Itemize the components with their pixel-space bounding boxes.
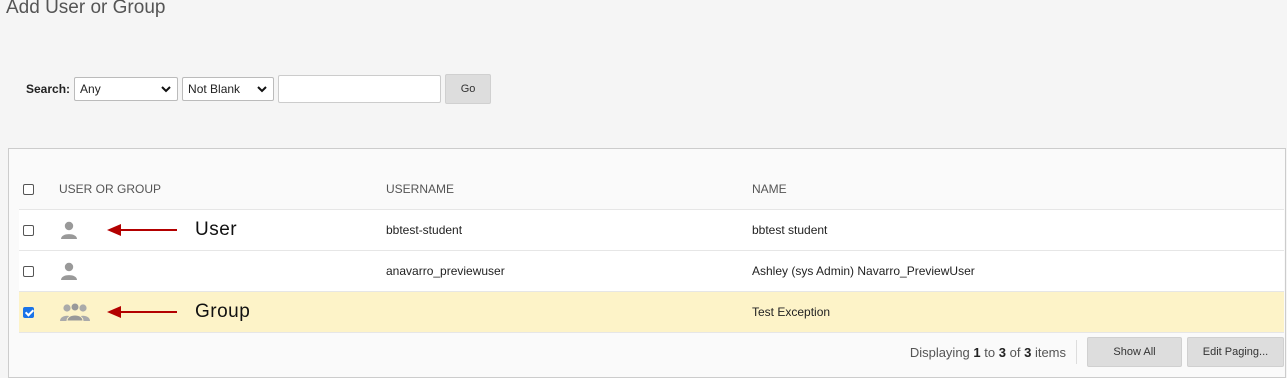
row-checkbox[interactable] bbox=[23, 224, 34, 236]
user-annotation: User bbox=[107, 210, 237, 250]
column-header-name[interactable]: NAME bbox=[752, 169, 1272, 209]
user-annotation-label: User bbox=[195, 219, 238, 240]
search-input[interactable] bbox=[278, 75, 442, 103]
row-checkbox[interactable] bbox=[23, 265, 34, 277]
show-all-button[interactable]: Show All bbox=[1087, 337, 1182, 367]
edit-paging-button[interactable]: Edit Paging... bbox=[1187, 337, 1284, 367]
row-name: Test Exception bbox=[752, 305, 831, 319]
column-header-user-or-group[interactable]: USER OR GROUP bbox=[59, 169, 319, 209]
group-annotation-label: Group bbox=[195, 301, 251, 322]
footer-divider bbox=[1076, 340, 1077, 364]
table-row: User bbtest-student bbtest student bbox=[19, 210, 1284, 251]
search-label: Search: bbox=[26, 82, 71, 96]
table-header-row: USER OR GROUP USERNAME NAME bbox=[19, 169, 1284, 210]
arrow-left-icon bbox=[107, 306, 177, 318]
row-username: anavarro_previewuser bbox=[386, 264, 505, 278]
row-name: bbtest student bbox=[752, 223, 828, 237]
chevron-down-icon bbox=[161, 86, 171, 93]
page-title: Add User or Group bbox=[6, 0, 166, 18]
search-condition-select[interactable]: Not Blank bbox=[182, 77, 275, 101]
arrow-left-icon bbox=[107, 224, 177, 236]
row-name: Ashley (sys Admin) Navarro_PreviewUser bbox=[752, 264, 975, 278]
paging-status: Displaying 1 to 3 of 3 items bbox=[909, 344, 1066, 360]
results-table: USER OR GROUP USERNAME NAME User bbtest-… bbox=[19, 169, 1284, 333]
user-icon bbox=[61, 221, 77, 239]
column-header-username[interactable]: USERNAME bbox=[386, 169, 746, 209]
paging-footer: Displaying 1 to 3 of 3 items Show All Ed… bbox=[19, 332, 1284, 372]
user-icon bbox=[61, 262, 77, 280]
table-row-selected: Group Test Exception bbox=[19, 292, 1284, 333]
group-icon bbox=[60, 302, 90, 322]
row-checkbox-checked[interactable] bbox=[23, 306, 34, 318]
select-all-checkbox[interactable] bbox=[23, 183, 34, 195]
results-panel: USER OR GROUP USERNAME NAME User bbtest-… bbox=[8, 148, 1286, 378]
group-annotation: Group bbox=[107, 292, 250, 332]
search-condition-select-value: Not Blank bbox=[188, 82, 241, 96]
search-field-select-value: Any bbox=[80, 82, 101, 96]
chevron-down-icon bbox=[257, 86, 267, 93]
search-field-select[interactable]: Any bbox=[74, 77, 179, 101]
go-button[interactable]: Go bbox=[445, 74, 492, 104]
search-bar: Search: Any Not Blank Go bbox=[26, 74, 492, 104]
table-row: anavarro_previewuser Ashley (sys Admin) … bbox=[19, 251, 1284, 292]
row-username bbox=[386, 292, 746, 332]
row-username: bbtest-student bbox=[386, 223, 463, 237]
